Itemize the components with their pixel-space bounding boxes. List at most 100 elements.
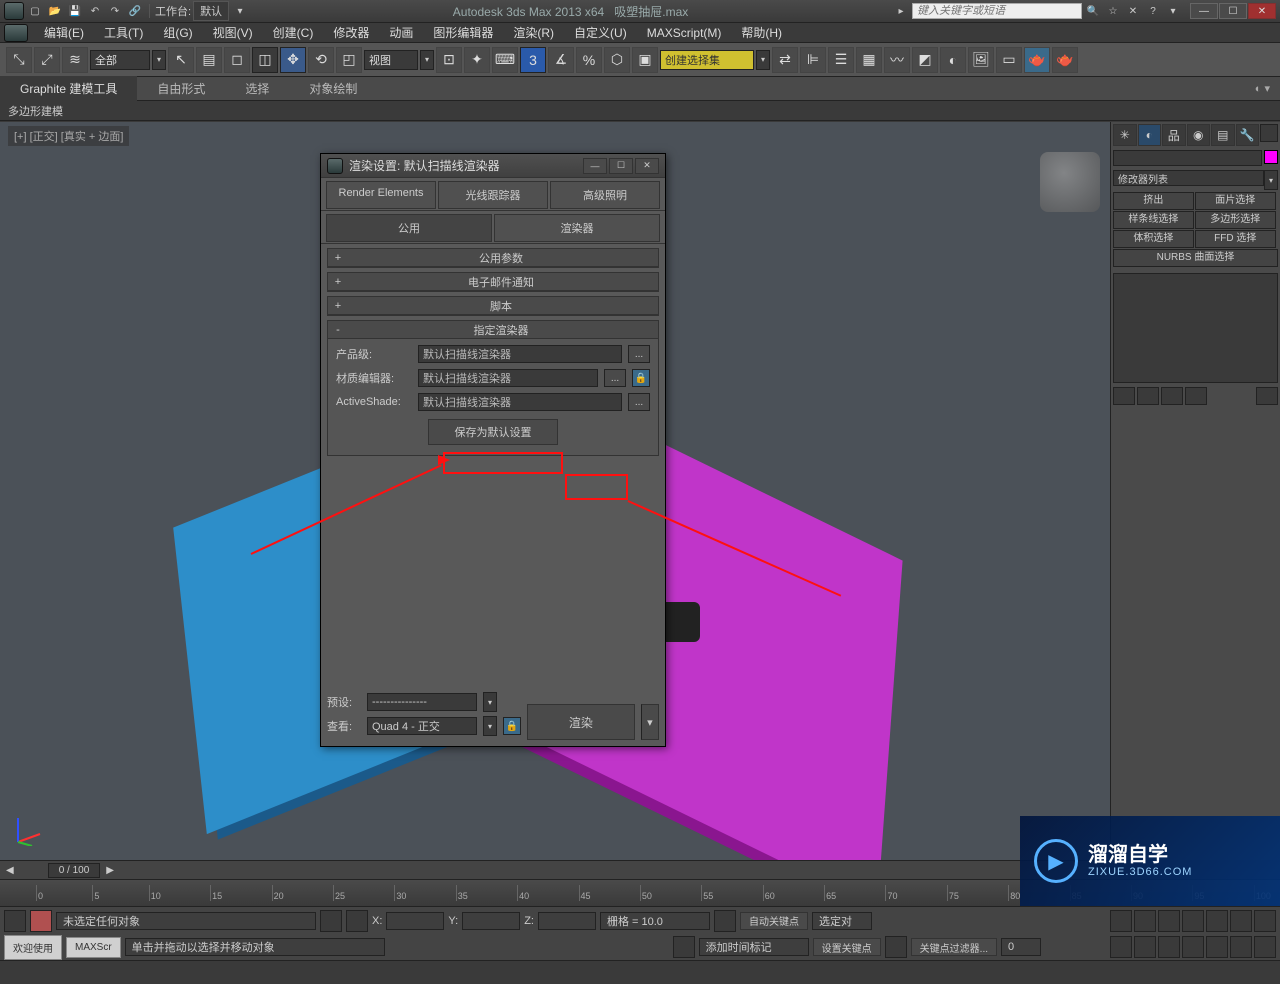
viewcube[interactable] (1040, 152, 1100, 212)
named-selection-dropdown[interactable]: 创建选择集 (660, 50, 754, 70)
tab-render-elements[interactable]: Render Elements (326, 181, 436, 209)
welcome-tab[interactable]: 欢迎使用 (4, 935, 62, 960)
utilities-panel-icon[interactable]: 🔧 (1236, 124, 1260, 146)
macro-recorder-icon[interactable] (30, 910, 52, 932)
hierarchy-panel-icon[interactable]: 品 (1162, 124, 1186, 146)
select-rotate-icon[interactable]: ⟲ (308, 47, 334, 73)
select-region-icon[interactable]: ◻ (224, 47, 250, 73)
menu-maxscript[interactable]: MAXScript(M) (637, 24, 732, 42)
menu-customize[interactable]: 自定义(U) (564, 22, 637, 43)
rollout-email-header[interactable]: +电子邮件通知 (328, 273, 658, 291)
configure-sets-icon[interactable] (1256, 387, 1278, 405)
curve-editor-icon[interactable]: 〰 (884, 47, 910, 73)
project-icon[interactable]: 🔗 (126, 3, 144, 19)
communication-icon[interactable]: ☆ (1104, 3, 1122, 19)
minimize-button[interactable]: — (1190, 3, 1218, 19)
save-icon[interactable]: 💾 (66, 3, 84, 19)
current-frame-field[interactable]: 0 (1001, 938, 1041, 956)
view-arrow-icon[interactable]: ▾ (483, 716, 497, 736)
menu-tools[interactable]: 工具(T) (94, 22, 153, 43)
app-menu-icon[interactable] (4, 24, 28, 42)
selection-filter-arrow-icon[interactable]: ▾ (152, 50, 166, 70)
select-name-icon[interactable]: ▤ (196, 47, 222, 73)
material-editor-icon[interactable]: ◐ (940, 47, 966, 73)
tab-advanced-lighting[interactable]: 高级照明 (550, 181, 660, 209)
display-panel-icon[interactable]: ▤ (1211, 124, 1235, 146)
percent-snap-icon[interactable]: % (576, 47, 602, 73)
play-icon[interactable] (1158, 910, 1180, 932)
unlink-icon[interactable]: ⤢ (34, 47, 60, 73)
spinner-snap-icon[interactable]: ⬡ (604, 47, 630, 73)
mod-btn-ffdselect[interactable]: FFD 选择 (1195, 230, 1276, 248)
prev-frame-icon[interactable] (1134, 910, 1156, 932)
select-manipulate-icon[interactable]: ✦ (464, 47, 490, 73)
menu-rendering[interactable]: 渲染(R) (503, 22, 564, 43)
maximize-button[interactable]: ☐ (1219, 3, 1247, 19)
snap-toggle-icon[interactable]: 3 (520, 47, 546, 73)
menu-group[interactable]: 组(G) (153, 22, 202, 43)
help-search-input[interactable] (912, 3, 1082, 19)
y-field[interactable] (462, 912, 520, 930)
keyboard-shortcut-icon[interactable]: ⌨ (492, 47, 518, 73)
lock-selection-icon[interactable] (320, 910, 342, 932)
render-split-button[interactable]: ▾ (641, 704, 659, 740)
matedit-lock-icon[interactable]: 🔒 (632, 369, 650, 387)
production-choose-button[interactable]: ... (628, 345, 650, 363)
autokey-button[interactable]: 自动关键点 (740, 912, 808, 930)
ribbon-tab-graphite[interactable]: Graphite 建模工具 (0, 76, 137, 101)
select-move-icon[interactable]: ✥ (280, 47, 306, 73)
rendered-frame-icon[interactable]: ▭ (996, 47, 1022, 73)
close-button[interactable]: ✕ (1248, 3, 1276, 19)
maxscript-mini-listener-icon[interactable] (4, 910, 26, 932)
select-scale-icon[interactable]: ◰ (336, 47, 362, 73)
bind-spacewarp-icon[interactable]: ≋ (62, 47, 88, 73)
time-slider[interactable]: ◀ 0 / 100 ▶ (0, 860, 1110, 879)
adaptive-degradation-icon[interactable] (714, 910, 736, 932)
tab-raytracer[interactable]: 光线跟踪器 (438, 181, 548, 209)
pan-icon[interactable] (1110, 936, 1132, 958)
goto-end-icon[interactable] (1206, 910, 1228, 932)
menu-animation[interactable]: 动画 (379, 22, 423, 43)
object-name-field[interactable] (1113, 150, 1262, 166)
mirror-icon[interactable]: ⇄ (772, 47, 798, 73)
timetag-field[interactable]: 添加时间标记 (699, 938, 809, 956)
menu-grapheditors[interactable]: 图形编辑器 (423, 22, 503, 43)
angle-snap-icon[interactable]: ∡ (548, 47, 574, 73)
layer-manager-icon[interactable]: ☰ (828, 47, 854, 73)
select-link-icon[interactable]: ⤡ (6, 47, 32, 73)
menu-modifiers[interactable]: 修改器 (323, 22, 379, 43)
isolate-icon[interactable] (346, 910, 368, 932)
undo-icon[interactable]: ↶ (86, 3, 104, 19)
help-dd-icon[interactable]: ▾ (1164, 3, 1182, 19)
edit-named-sel-icon[interactable]: ▣ (632, 47, 658, 73)
ribbon-toggle-icon[interactable]: ◐ ▾ (1245, 82, 1280, 95)
modifier-stack[interactable] (1113, 273, 1278, 383)
maximize-viewport-icon[interactable] (1254, 936, 1276, 958)
show-end-result-icon[interactable] (1137, 387, 1159, 405)
use-center-icon[interactable]: ⊡ (436, 47, 462, 73)
preset-dropdown[interactable]: --------------- (367, 693, 477, 711)
new-icon[interactable]: ▢ (26, 3, 44, 19)
key-mode-icon[interactable] (1230, 910, 1252, 932)
redo-icon[interactable]: ↷ (106, 3, 124, 19)
workspace-arrow-icon[interactable]: ▾ (231, 3, 249, 19)
align-icon[interactable]: ⊫ (800, 47, 826, 73)
make-unique-icon[interactable] (1161, 387, 1183, 405)
mod-btn-extrude[interactable]: 挤出 (1113, 192, 1194, 210)
selected-dd[interactable]: 选定对 (812, 912, 872, 930)
rollout-assign-header[interactable]: -指定渲染器 (328, 321, 658, 339)
binoculars-icon[interactable]: 🔍 (1084, 3, 1102, 19)
orbit-icon[interactable] (1230, 936, 1252, 958)
time-config-icon[interactable] (1254, 910, 1276, 932)
viewport-label[interactable]: [+] [正交] [真实 + 边面] (8, 126, 129, 146)
menu-edit[interactable]: 编辑(E) (34, 22, 94, 43)
ref-coord-dropdown[interactable]: 视图 (364, 50, 418, 70)
pin-stack-icon[interactable] (1113, 387, 1135, 405)
view-lock-icon[interactable]: 🔒 (503, 717, 521, 735)
workspace-dropdown[interactable]: 默认 (193, 1, 229, 21)
graphite-toggle-icon[interactable]: ▦ (856, 47, 882, 73)
x-field[interactable] (386, 912, 444, 930)
ribbon-tab-selection[interactable]: 选择 (225, 76, 289, 101)
selection-filter-dropdown[interactable]: 全部 (90, 50, 150, 70)
modifier-list-dropdown[interactable]: 修改器列表 (1113, 170, 1264, 186)
